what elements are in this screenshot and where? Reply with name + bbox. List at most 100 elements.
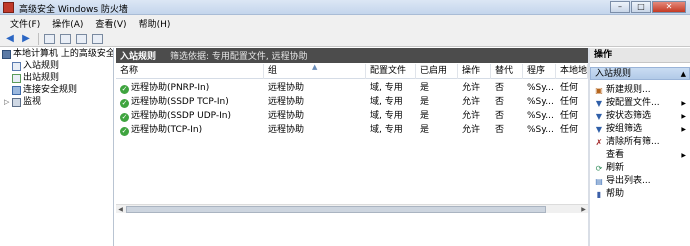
action-cell: 允许 <box>462 97 481 107</box>
column-header-override[interactable]: 替代 <box>491 64 523 79</box>
column-header-local-address[interactable]: 本地地 <box>556 64 588 79</box>
refresh-icon: ⟳ <box>595 164 603 173</box>
enabled-cell: 是 <box>420 111 430 121</box>
window-title: 高级安全 Windows 防火墙 <box>19 5 128 15</box>
table-row[interactable]: ✓ 远程协助(SSDP UDP-In) 远程协助 域, 专用 是 允许 否 %Sy… <box>116 109 588 123</box>
menu-view[interactable]: 查看(V) <box>89 17 132 30</box>
tree-item-inbound-rules[interactable]: 入站规则 <box>0 60 113 72</box>
filter-icon: ▼ <box>595 112 603 121</box>
action-label: 按组筛选 <box>606 124 643 134</box>
table-header: 名称 组 ▲ 配置文件 已启用 操作 替代 程序 本地地 <box>116 64 588 79</box>
sort-ascending-icon: ▲ <box>312 64 318 71</box>
action-label: 按状态筛选 <box>606 111 652 121</box>
help-icon[interactable] <box>90 33 104 45</box>
submenu-arrow-icon: ▶ <box>681 152 686 159</box>
action-view[interactable]: 查看 ▶ <box>590 149 690 162</box>
rule-name-cell: ✓ 远程协助(SSDP UDP-In) <box>116 109 264 123</box>
override-cell: 否 <box>495 97 505 107</box>
scroll-left-icon[interactable]: ◀ <box>116 205 125 214</box>
column-header-label: 组 <box>268 66 278 76</box>
profile-cell: 域, 专用 <box>370 111 403 121</box>
actions-pane: 操作 入站规则 ▲ ▣ 新建规则... ▼ 按配置文件... ▶ ▼ 按状态筛选… <box>590 48 690 246</box>
enabled-cell: 是 <box>420 83 430 93</box>
action-export-list[interactable]: ▤ 导出列表... <box>590 175 690 188</box>
enabled-cell: 是 <box>420 125 430 135</box>
actions-section-label: 入站规则 <box>595 69 632 79</box>
group-cell: 远程协助 <box>268 125 305 135</box>
column-header-program[interactable]: 程序 <box>523 64 556 79</box>
console-tree: 本地计算机 上的高级安全 入站规则 出站规则 连接安全规则 ▷ 监视 <box>0 48 114 246</box>
tree-item-monitoring[interactable]: ▷ 监视 <box>0 96 113 108</box>
enabled-check-icon: ✓ <box>120 113 129 122</box>
help-book-icon: ▮ <box>596 190 602 199</box>
scrollbar-thumb[interactable] <box>126 206 546 213</box>
close-button[interactable]: ✕ <box>652 1 686 13</box>
expand-arrow-icon[interactable]: ▷ <box>4 96 12 108</box>
action-refresh[interactable]: ⟳ 刷新 <box>590 162 690 175</box>
action-help[interactable]: ▮ 帮助 <box>590 188 690 201</box>
action-filter-by-group[interactable]: ▼ 按组筛选 ▶ <box>590 123 690 136</box>
tree-root[interactable]: 本地计算机 上的高级安全 <box>0 48 113 60</box>
action-label: 新建规则... <box>606 85 651 95</box>
forward-icon[interactable]: ▶ <box>19 33 33 45</box>
window-controls: – □ ✕ <box>609 1 686 13</box>
tree-item-outbound-rules[interactable]: 出站规则 <box>0 72 113 84</box>
enabled-cell: 是 <box>420 97 430 107</box>
rules-table: 名称 组 ▲ 配置文件 已启用 操作 替代 程序 本地地 ✓ 远程协助(PNRP-… <box>116 64 588 246</box>
rule-name: 远程协助(TCP-In) <box>131 125 203 135</box>
action-cell: 允许 <box>462 111 481 121</box>
table-row[interactable]: ✓ 远程协助(PNRP-In) 远程协助 域, 专用 是 允许 否 %Sy... … <box>116 81 588 95</box>
group-cell: 远程协助 <box>268 97 305 107</box>
minimize-button[interactable]: – <box>610 1 630 13</box>
local-address-cell: 任何 <box>560 97 579 107</box>
toolbar-separator <box>38 32 39 45</box>
program-cell: %Sy... <box>527 125 554 135</box>
menu-file[interactable]: 文件(F) <box>4 17 46 30</box>
maximize-button[interactable]: □ <box>631 1 651 13</box>
column-header-group[interactable]: 组 ▲ <box>264 64 366 79</box>
back-icon[interactable]: ◀ <box>3 33 17 45</box>
collapse-arrow-icon[interactable]: ▲ <box>681 68 686 81</box>
tree-item-connection-security-rules[interactable]: 连接安全规则 <box>0 84 113 96</box>
menu-bar: 文件(F) 操作(A) 查看(V) 帮助(H) <box>0 15 690 31</box>
action-filter-by-profile[interactable]: ▼ 按配置文件... ▶ <box>590 97 690 110</box>
up-folder-icon[interactable] <box>42 33 56 45</box>
group-cell: 远程协助 <box>268 83 305 93</box>
table-row[interactable]: ✓ 远程协助(SSDP TCP-In) 远程协助 域, 专用 是 允许 否 %Sy… <box>116 95 588 109</box>
rule-name-cell: ✓ 远程协助(TCP-In) <box>116 123 264 137</box>
submenu-arrow-icon: ▶ <box>681 126 686 133</box>
new-rule-icon: ▣ <box>595 86 603 95</box>
outbound-rules-icon <box>12 73 21 83</box>
local-address-cell: 任何 <box>560 83 579 93</box>
menu-action[interactable]: 操作(A) <box>46 17 89 30</box>
local-address-cell: 任何 <box>560 125 579 135</box>
action-label: 刷新 <box>606 163 625 173</box>
inbound-rules-icon <box>12 61 21 71</box>
results-header: 入站规则 筛选依据: 专用配置文件, 远程协助 <box>116 48 588 63</box>
action-clear-filters[interactable]: ✗ 清除所有筛... <box>590 136 690 149</box>
action-label: 按配置文件... <box>606 98 660 108</box>
actions-section-inbound-rules[interactable]: 入站规则 ▲ <box>590 67 690 80</box>
table-row[interactable]: ✓ 远程协助(TCP-In) 远程协助 域, 专用 是 允许 否 %Sy... 任… <box>116 123 588 137</box>
actions-header: 操作 <box>590 48 690 63</box>
horizontal-scrollbar[interactable]: ◀ ▶ <box>116 204 588 213</box>
show-hide-tree-icon[interactable] <box>58 33 72 45</box>
properties-icon[interactable] <box>74 33 88 45</box>
connection-security-icon <box>12 85 21 95</box>
action-filter-by-state[interactable]: ▼ 按状态筛选 ▶ <box>590 110 690 123</box>
export-icon: ▤ <box>595 177 603 186</box>
menu-help[interactable]: 帮助(H) <box>133 17 177 30</box>
column-header-name[interactable]: 名称 <box>116 64 264 79</box>
rule-name: 远程协助(SSDP TCP-In) <box>131 97 229 107</box>
program-cell: %Sy... <box>527 111 554 121</box>
column-header-action[interactable]: 操作 <box>458 64 491 79</box>
tree-item-label: 出站规则 <box>23 73 60 83</box>
column-header-profile[interactable]: 配置文件 <box>366 64 416 79</box>
profile-cell: 域, 专用 <box>370 83 403 93</box>
clear-filter-icon: ✗ <box>595 138 603 147</box>
scroll-right-icon[interactable]: ▶ <box>579 205 588 214</box>
filter-icon: ▼ <box>595 99 603 108</box>
column-header-enabled[interactable]: 已启用 <box>416 64 458 79</box>
action-new-rule[interactable]: ▣ 新建规则... <box>590 84 690 97</box>
program-cell: %Sy... <box>527 97 554 107</box>
